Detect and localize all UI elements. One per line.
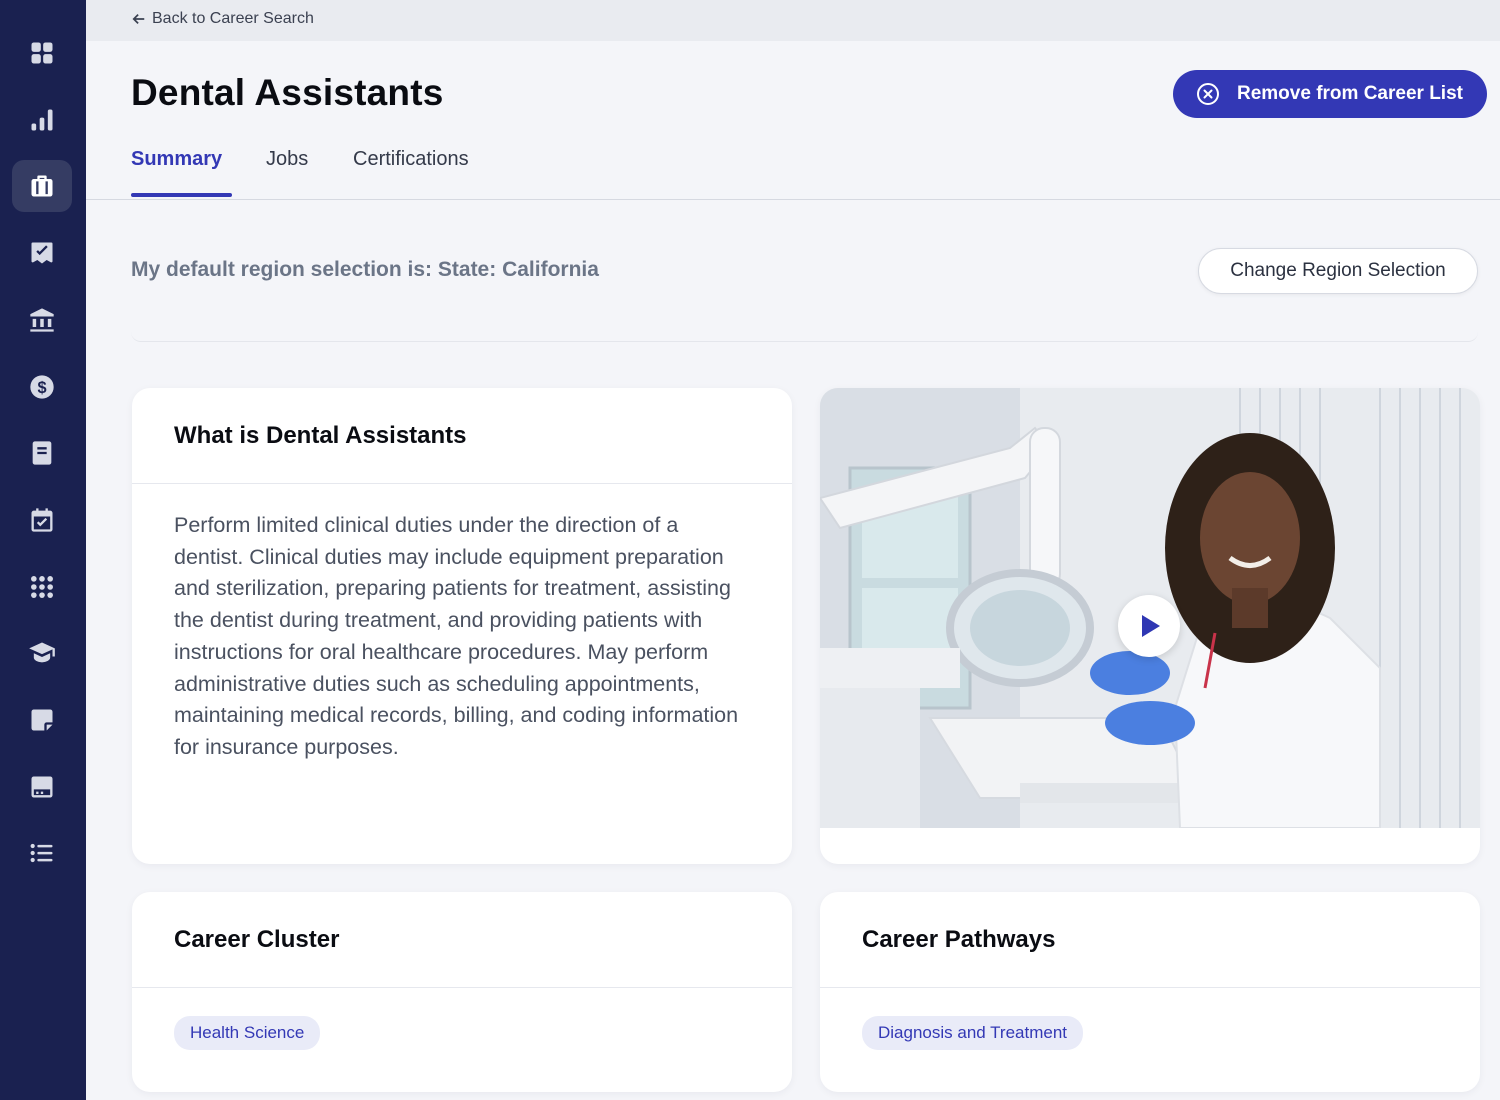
career-pathway-chip[interactable]: Diagnosis and Treatment <box>862 1016 1083 1050</box>
briefcase-icon[interactable] <box>12 160 72 212</box>
tabs-divider <box>86 199 1500 200</box>
dollar-icon[interactable]: $ <box>12 361 72 413</box>
tab-summary[interactable]: Summary <box>131 148 222 171</box>
close-circle-icon <box>1197 83 1219 105</box>
apps-grid-icon[interactable] <box>12 561 72 613</box>
what-is-card: What is Dental Assistants Perform limite… <box>132 388 792 864</box>
top-bar: Back to Career Search <box>86 0 1500 41</box>
checklist-icon[interactable] <box>12 227 72 279</box>
career-cluster-header: Career Cluster <box>132 892 792 988</box>
career-cluster-card: Career Cluster Health Science <box>132 892 792 1092</box>
list-icon[interactable] <box>12 827 72 879</box>
back-to-career-search-link[interactable]: Back to Career Search <box>132 10 314 28</box>
career-pathways-body: Diagnosis and Treatment <box>820 988 1480 1078</box>
career-cluster-chip[interactable]: Health Science <box>174 1016 321 1050</box>
sidebar: $ <box>0 0 86 1100</box>
career-pathways-card: Career Pathways Diagnosis and Treatment <box>820 892 1480 1092</box>
svg-text:$: $ <box>37 379 46 397</box>
what-is-card-title: What is Dental Assistants <box>174 421 467 449</box>
change-region-selection-button[interactable]: Change Region Selection <box>1198 248 1478 294</box>
video-card <box>820 388 1480 864</box>
tray-icon[interactable] <box>12 761 72 813</box>
career-video-thumbnail[interactable] <box>820 388 1480 828</box>
bank-icon[interactable] <box>12 294 72 346</box>
what-is-card-body: Perform limited clinical duties under th… <box>132 484 792 792</box>
back-link-label: Back to Career Search <box>152 10 314 27</box>
play-video-button[interactable] <box>1118 595 1180 657</box>
career-pathways-header: Career Pathways <box>820 892 1480 988</box>
graduation-cap-icon[interactable] <box>12 627 72 679</box>
tab-certifications[interactable]: Certifications <box>353 148 469 171</box>
dashboard-icon[interactable] <box>12 27 72 79</box>
play-icon <box>1142 615 1160 637</box>
career-cluster-title: Career Cluster <box>174 925 340 953</box>
remove-button-label: Remove from Career List <box>1237 83 1463 104</box>
arrow-left-icon <box>132 14 145 24</box>
region-divider <box>131 330 1478 342</box>
active-tab-indicator <box>131 193 232 197</box>
page-title: Dental Assistants <box>131 72 444 113</box>
career-pathways-title: Career Pathways <box>862 925 1056 953</box>
calendar-check-icon[interactable] <box>12 494 72 546</box>
note-icon[interactable] <box>12 694 72 746</box>
what-is-card-header: What is Dental Assistants <box>132 388 792 484</box>
book-icon[interactable] <box>12 427 72 479</box>
chart-icon[interactable] <box>12 94 72 146</box>
career-cluster-body: Health Science <box>132 988 792 1078</box>
tab-jobs[interactable]: Jobs <box>266 148 308 171</box>
remove-from-career-list-button[interactable]: Remove from Career List <box>1173 70 1487 118</box>
career-description: Perform limited clinical duties under th… <box>174 513 739 759</box>
default-region-text: My default region selection is: State: C… <box>131 258 599 281</box>
